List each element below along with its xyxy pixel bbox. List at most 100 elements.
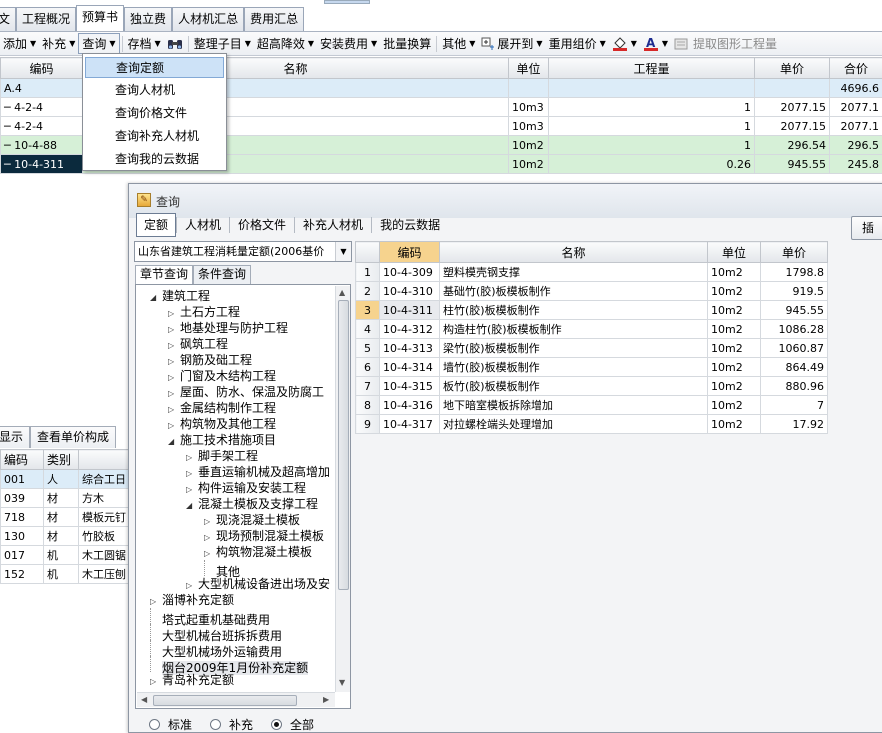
column-header-quota-price[interactable]: 单价 <box>761 242 828 263</box>
cell-code[interactable]: 10-4-313 <box>380 339 440 358</box>
cell-code[interactable]: 10-4-316 <box>380 396 440 415</box>
tab-condition-search[interactable]: 条件查询 <box>193 265 251 284</box>
tree-node[interactable]: ▷现场预制混凝土模板 <box>204 528 324 544</box>
menu-item-query-4[interactable]: 查询我的云数据 <box>85 149 224 170</box>
cell-idx[interactable]: 2 <box>356 282 380 301</box>
tree-node[interactable]: ▷地基处理与防护工程 <box>168 320 288 336</box>
cell-code[interactable]: ─ 10-4-88 <box>1 136 83 155</box>
cell-name[interactable]: 对拉螺栓端头处理增加 <box>440 415 708 434</box>
column-header-quota-code[interactable]: 编码 <box>380 242 440 263</box>
table-row[interactable]: 130材竹胶板 <box>1 527 130 546</box>
cell-name[interactable]: 地下暗室模板拆除增加 <box>440 396 708 415</box>
cell-idx[interactable]: 9 <box>356 415 380 434</box>
tree-node[interactable]: ▷青岛补充定额 <box>150 672 234 688</box>
tree-node[interactable]: 大型机械场外运输费用 <box>150 640 282 656</box>
cell-name[interactable]: 柱竹(胶)板模板制作 <box>440 301 708 320</box>
tree-node[interactable]: ▷土石方工程 <box>168 304 240 320</box>
menu-item-query-1[interactable]: 查询人材机 <box>85 80 224 101</box>
menu-item-query-0[interactable]: 查询定额 <box>85 57 224 78</box>
tab-module-5[interactable]: 费用汇总 <box>244 7 304 31</box>
table-row[interactable]: 017机木工圆锯 <box>1 546 130 565</box>
cell-unit[interactable]: 10m3 <box>509 98 549 117</box>
cell-unit[interactable]: 10m2 <box>708 282 761 301</box>
other-button[interactable]: 其他▼ <box>439 33 478 54</box>
cell-name[interactable]: 综合工日 <box>79 470 130 489</box>
cell-unit[interactable]: 10m2 <box>509 136 549 155</box>
column-header-resource-name[interactable] <box>79 450 130 470</box>
cell-idx[interactable]: 5 <box>356 339 380 358</box>
extract-quantity-button[interactable]: 提取图形工程量 <box>671 33 780 54</box>
cell-code[interactable]: A.4 <box>1 79 83 98</box>
cell-unit[interactable]: 10m2 <box>708 358 761 377</box>
tree-node[interactable]: ▷钢筋及础工程 <box>168 352 252 368</box>
batch-convert-button[interactable]: 批量换算 <box>380 33 434 54</box>
tree-node[interactable]: ▷金属结构制作工程 <box>168 400 276 416</box>
column-header-quota-unit[interactable]: 单位 <box>708 242 761 263</box>
cell-name[interactable]: 竹胶板 <box>79 527 130 546</box>
table-row[interactable]: 310-4-311柱竹(胶)板模板制作10m2945.55 <box>356 301 828 320</box>
expanded-arrow-icon[interactable]: ◢ <box>150 290 162 306</box>
archive-button[interactable]: 存档▼ <box>125 33 164 54</box>
expanded-arrow-icon[interactable]: ◢ <box>186 498 198 514</box>
cell-price[interactable]: 919.5 <box>761 282 828 301</box>
chevron-down-icon[interactable]: ▼ <box>335 242 351 261</box>
column-header-code[interactable]: 编码 <box>1 58 83 79</box>
tab-display[interactable]: 显示 <box>0 426 30 448</box>
tree-node[interactable]: ▷门窗及木结构工程 <box>168 368 276 384</box>
query-button[interactable]: 查询▼ <box>78 33 119 54</box>
cell-price[interactable] <box>755 79 830 98</box>
column-header-unit-price[interactable]: 单价 <box>755 58 830 79</box>
cell-code[interactable]: 10-4-309 <box>380 263 440 282</box>
reuse-price-button[interactable]: 重用组价▼ <box>546 33 609 54</box>
cell-idx[interactable]: 4 <box>356 320 380 339</box>
cell-code[interactable]: 10-4-315 <box>380 377 440 396</box>
cell-name[interactable]: 塑料模壳钢支撑 <box>440 263 708 282</box>
cell-name[interactable]: 墙竹(胶)板模板制作 <box>440 358 708 377</box>
radio-option-1[interactable]: 补充 <box>210 716 253 733</box>
cell-name[interactable]: 木工圆锯 <box>79 546 130 565</box>
table-row[interactable]: 810-4-316地下暗室模板拆除增加10m27 <box>356 396 828 415</box>
cell-unit[interactable]: 10m2 <box>708 377 761 396</box>
cell-unit[interactable]: 10m2 <box>708 396 761 415</box>
cell-code[interactable]: 10-4-317 <box>380 415 440 434</box>
cell-idx[interactable]: 7 <box>356 377 380 396</box>
cell-price[interactable]: 17.92 <box>761 415 828 434</box>
cell-code[interactable]: ─ 10-4-311 <box>1 155 83 174</box>
expanded-arrow-icon[interactable]: ◢ <box>168 434 180 450</box>
cell-qty[interactable]: 1 <box>549 136 755 155</box>
tab-price-composition[interactable]: 查看单价构成 <box>30 426 116 448</box>
font-color-button[interactable]: A ▼ <box>640 33 671 54</box>
menu-item-query-3[interactable]: 查询补充人材机 <box>85 126 224 147</box>
cell-qty[interactable]: 1 <box>549 98 755 117</box>
table-row[interactable]: 718材模板元钉 <box>1 508 130 527</box>
tree-node[interactable]: ◢施工技术措施项目 <box>168 432 276 448</box>
table-row[interactable]: 001人综合工日 <box>1 470 130 489</box>
cell-name[interactable]: 模板元钉 <box>79 508 130 527</box>
cell-unit[interactable]: 10m2 <box>708 263 761 282</box>
table-row[interactable]: 610-4-314墙竹(胶)板模板制作10m2864.49 <box>356 358 828 377</box>
cell-name[interactable]: 构造柱竹(胶)板模板制作 <box>440 320 708 339</box>
dialog-tab-4[interactable]: 我的云数据 <box>372 213 448 237</box>
cell-idx[interactable]: 8 <box>356 396 380 415</box>
table-row[interactable]: 710-4-315板竹(胶)板模板制作10m2880.96 <box>356 377 828 396</box>
scrollbar-thumb[interactable] <box>338 300 349 590</box>
tree-node[interactable]: 其他 <box>204 560 240 576</box>
cell-unit[interactable] <box>509 79 549 98</box>
cell-price[interactable]: 945.55 <box>755 155 830 174</box>
cell-code[interactable]: 001 <box>1 470 44 489</box>
cell-qty[interactable] <box>549 79 755 98</box>
cell-unit[interactable]: 10m2 <box>708 339 761 358</box>
cell-price[interactable]: 880.96 <box>761 377 828 396</box>
dialog-tab-1[interactable]: 人材机 <box>177 213 229 237</box>
cell-code[interactable]: 039 <box>1 489 44 508</box>
scroll-right-icon[interactable]: ▶ <box>323 695 329 704</box>
tab-module-2[interactable]: 预算书 <box>76 5 124 31</box>
add-button[interactable]: 添加▼ <box>0 33 39 54</box>
cell-qty[interactable]: 1 <box>549 117 755 136</box>
scroll-left-icon[interactable]: ◀ <box>141 695 147 704</box>
column-header-quantity[interactable]: 工程量 <box>549 58 755 79</box>
cell-code[interactable]: 718 <box>1 508 44 527</box>
table-row[interactable]: 210-4-310基础竹(胶)板模板制作10m2919.5 <box>356 282 828 301</box>
dialog-tab-0[interactable]: 定额 <box>136 213 176 237</box>
dialog-tab-3[interactable]: 补充人材机 <box>295 213 371 237</box>
